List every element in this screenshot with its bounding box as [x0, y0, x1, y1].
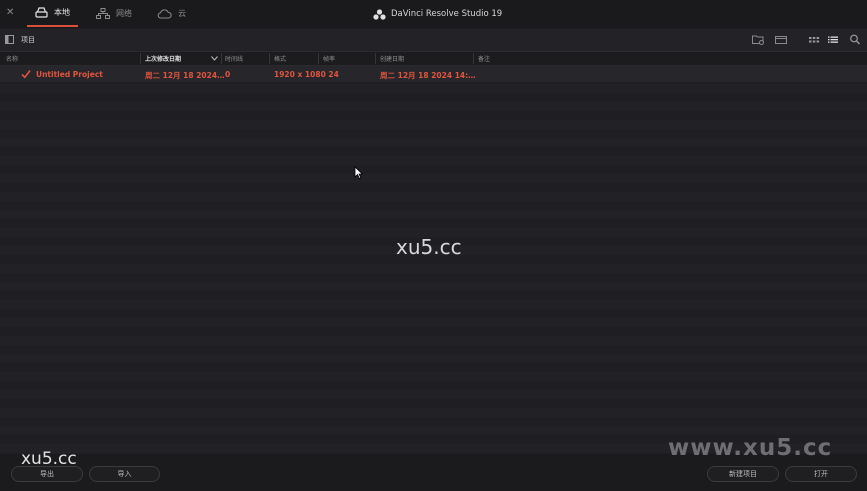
column-header-notes[interactable]: 备注 — [478, 54, 490, 63]
column-separator[interactable] — [221, 53, 222, 64]
column-header-timelines[interactable]: 时间线 — [225, 54, 243, 63]
checkmark-icon — [21, 70, 31, 79]
project-name: Untitled Project — [36, 70, 103, 79]
watermark-center: xu5.cc — [396, 235, 462, 259]
project-list[interactable]: Untitled Project 周二 12月 18 2024… 0 1920 … — [0, 66, 867, 453]
tab-cloud[interactable]: 云 — [157, 0, 186, 27]
project-label: 项目 — [21, 36, 35, 44]
column-separator[interactable] — [473, 53, 474, 64]
column-header-created[interactable]: 创建日期 — [380, 54, 404, 63]
davinci-logo-icon — [373, 8, 386, 20]
project-created: 周二 12月 18 2024 14:… — [380, 71, 476, 80]
close-icon[interactable]: ✕ — [6, 7, 16, 19]
new-folder-icon[interactable] — [752, 34, 764, 45]
folder-view-icon[interactable] — [775, 34, 787, 45]
project-modified: 周二 12月 18 2024… — [145, 71, 225, 80]
import-button[interactable]: 导入 — [89, 466, 160, 482]
cloud-icon — [157, 8, 172, 18]
project-toolbar: 项目 — [0, 29, 867, 52]
app-title-text: DaVinci Resolve Studio 19 — [391, 9, 503, 19]
open-button[interactable]: 打开 — [785, 466, 857, 482]
watermark-right: www.xu5.cc — [668, 435, 833, 461]
table-row[interactable]: Untitled Project 周二 12月 18 2024… 0 1920 … — [0, 66, 867, 82]
chevron-down-icon[interactable] — [211, 56, 218, 61]
column-header-modified[interactable]: 上次修改日期 — [145, 54, 181, 63]
app-title: DaVinci Resolve Studio 19 — [373, 7, 502, 21]
column-separator[interactable] — [375, 53, 376, 64]
column-header-framerate[interactable]: 帧率 — [323, 54, 335, 63]
search-icon[interactable] — [849, 34, 861, 45]
grid-view-icon[interactable] — [808, 34, 820, 45]
column-header-row: 名称 上次修改日期 时间线 格式 帧率 创建日期 备注 — [0, 52, 867, 66]
tab-cloud-label: 云 — [178, 9, 186, 18]
column-separator[interactable] — [140, 53, 141, 64]
mouse-cursor-icon — [354, 166, 364, 180]
column-header-name[interactable]: 名称 — [6, 54, 18, 63]
list-view-icon[interactable] — [827, 34, 839, 45]
local-drive-icon — [35, 7, 48, 18]
column-header-format[interactable]: 格式 — [274, 54, 286, 63]
column-separator[interactable] — [318, 53, 319, 64]
column-separator[interactable] — [269, 53, 270, 64]
sidebar-toggle-icon[interactable] — [5, 35, 14, 44]
network-icon — [96, 8, 110, 19]
project-format: 1920 x 1080 24 — [274, 70, 339, 79]
watermark-left: xu5.cc — [21, 449, 77, 469]
tab-local[interactable]: 本地 — [27, 0, 78, 27]
tab-network-label: 网络 — [116, 9, 132, 18]
tab-local-label: 本地 — [54, 8, 70, 17]
project-timelines: 0 — [225, 70, 231, 79]
new-project-button[interactable]: 新建项目 — [707, 466, 779, 482]
tab-network[interactable]: 网络 — [96, 0, 132, 27]
